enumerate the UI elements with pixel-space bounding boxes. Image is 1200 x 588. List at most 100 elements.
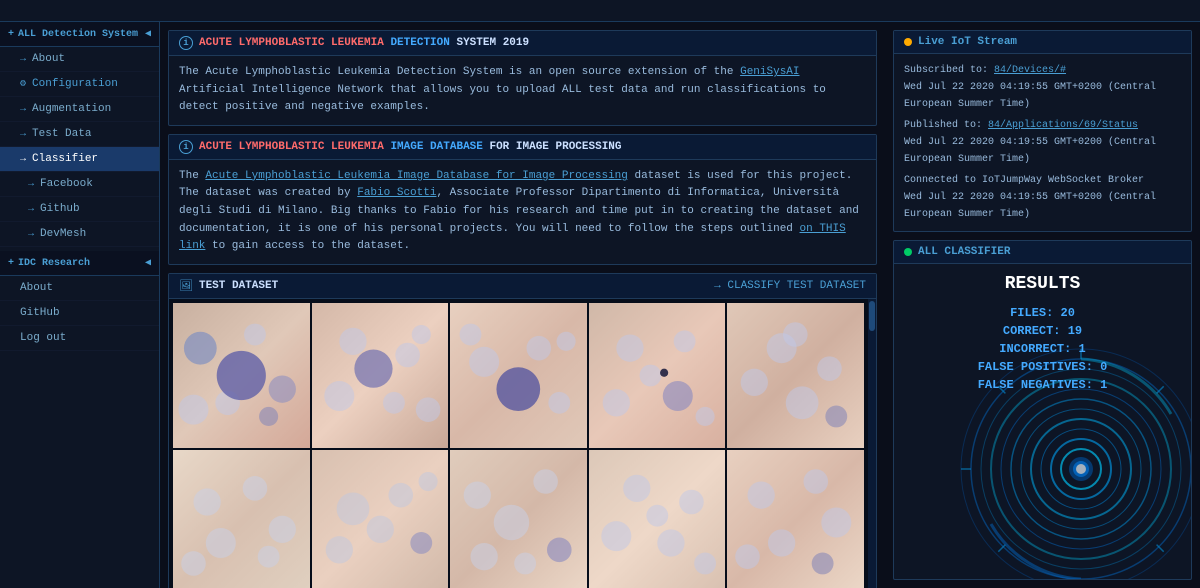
about-panel-body: The Acute Lymphoblastic Leukemia Detecti… [169,56,876,125]
sidebar-item-configuration[interactable]: ⚙ Configuration [0,72,159,97]
title-blue2: IMAGE DATABASE [390,141,482,153]
sidebar-section-all[interactable]: + ALL Detection System ◀ [0,22,159,47]
image-cell-7[interactable] [312,450,449,588]
sidebar-item-idc-github[interactable]: GitHub [0,301,159,326]
image-db-title: ACUTE LYMPHOBLASTIC LEUKEMIA IMAGE DATAB… [199,141,622,153]
iot-subscribed-label: Subscribed to: [904,65,994,76]
about-body-text2: Artificial Intelligence Network that all… [179,84,826,114]
sidebar-item-about[interactable]: → About [0,47,159,72]
top-nav-tab3[interactable] [64,8,90,14]
files-label: FILES: [1010,306,1060,320]
genisysai-link[interactable]: GeniSysAI [740,66,799,78]
imgdb-text4: to gain access to the dataset. [205,240,410,252]
cell-dots-7 [312,450,449,588]
iot-connected: Connected to IoTJumpWay WebSocket Broker [904,172,1181,189]
result-files: FILES: 20 [1010,306,1075,320]
top-nav-tab4[interactable] [92,8,118,14]
iot-subscribed: Subscribed to: 84/Devices/# [904,62,1181,79]
result-false-pos: FALSE POSITIVES: 0 [978,360,1108,374]
iot-published-label: Published to: [904,120,988,131]
top-nav-tab2[interactable] [36,8,62,14]
correct-label: CORRECT: [1003,324,1068,338]
image-grid [169,299,868,588]
result-incorrect: INCORRECT: 1 [999,342,1085,356]
sidebar-aug-label: Augmentation [32,103,111,115]
sidebar-item-idc-about[interactable]: About [0,276,159,301]
sidebar-idc-collapse-icon[interactable]: ◀ [145,257,151,269]
sidebar-item-testdata[interactable]: → Test Data [0,122,159,147]
cell-dots-8 [450,450,587,588]
image-cell-1[interactable] [173,303,310,448]
arrow-icon3: → [20,129,26,140]
config-icon: ⚙ [20,78,26,90]
about-panel: i ACUTE LYMPHOBLASTIC LEUKEMIA DETECTION… [168,30,877,126]
incorrect-value: 1 [1079,342,1086,356]
image-cell-10[interactable] [727,450,864,588]
sidebar-section-idc-label: + IDC Research [8,258,90,269]
classifier-status-dot [904,248,912,256]
iot-published: Published to: 84/Applications/69/Status [904,117,1181,134]
fb-arrow-icon: → [28,179,34,190]
sidebar-item-facebook[interactable]: → Facebook [0,172,159,197]
arrow-icon2: → [20,104,26,115]
dataset-header-left: 🖼 TEST DATASET [179,279,278,293]
dataset-scrollbar[interactable] [868,299,876,588]
sidebar-item-github[interactable]: → Github [0,197,159,222]
sidebar-section-all-label: + ALL Detection System [8,29,138,40]
iot-header: Live IoT Stream [894,31,1191,54]
content-area: i ACUTE LYMPHOBLASTIC LEUKEMIA DETECTION… [160,22,885,588]
image-cell-6[interactable] [173,450,310,588]
sidebar-logout-label: Log out [20,332,66,344]
arrow-icon4: → [20,154,26,165]
iot-published-link[interactable]: 84/Applications/69/Status [988,120,1138,131]
iot-panel: Live IoT Stream Subscribed to: 84/Device… [893,30,1192,232]
fabio-link[interactable]: Fabio Scotti [357,187,436,199]
false-neg-value: 1 [1100,378,1107,392]
top-nav [0,0,1200,22]
sidebar-about-label: About [32,53,65,65]
cell-dots-6 [173,450,310,588]
image-db-body: The Acute Lymphoblastic Leukemia Image D… [169,160,876,264]
sidebar-item-devmesh[interactable]: → DevMesh [0,222,159,247]
dataset-icon: 🖼 [179,279,193,293]
false-pos-label: FALSE POSITIVES: [978,360,1100,374]
iot-subscribed-link[interactable]: 84/Devices/# [994,65,1066,76]
image-cell-4[interactable] [589,303,726,448]
iot-connected-time: Wed Jul 22 2020 04:19:55 GMT+0200 (Centr… [904,189,1181,223]
sidebar-config-label: Configuration [32,78,118,90]
about-body-text1: The Acute Lymphoblastic Leukemia Detecti… [179,66,740,78]
all-db-link[interactable]: Acute Lymphoblastic Leukemia Image Datab… [205,170,627,182]
sidebar-classifier-label: Classifier [32,153,98,165]
iot-body: Subscribed to: 84/Devices/# Wed Jul 22 2… [894,54,1191,231]
sidebar-collapse-icon[interactable]: ◀ [145,28,151,40]
correct-value: 19 [1068,324,1082,338]
top-nav-tab5[interactable] [120,8,146,14]
image-db-header: i ACUTE LYMPHOBLASTIC LEUKEMIA IMAGE DAT… [169,135,876,160]
classify-btn[interactable]: → CLASSIFY TEST DATASET [714,280,866,292]
image-cell-3[interactable] [450,303,587,448]
about-panel-header: i ACUTE LYMPHOBLASTIC LEUKEMIA DETECTION… [169,31,876,56]
image-cell-8[interactable] [450,450,587,588]
title-rest: SYSTEM 2019 [456,37,529,49]
top-nav-tab1[interactable] [8,8,34,14]
about-panel-title: ACUTE LYMPHOBLASTIC LEUKEMIA DETECTION S… [199,37,529,49]
files-value: 20 [1061,306,1075,320]
image-cell-5[interactable] [727,303,864,448]
sidebar-item-augmentation[interactable]: → Augmentation [0,97,159,122]
sidebar-item-classifier[interactable]: → Classifier [0,147,159,172]
right-panel: Live IoT Stream Subscribed to: 84/Device… [885,22,1200,588]
sidebar: + ALL Detection System ◀ → About ⚙ Confi… [0,22,160,588]
imgdb-text1: The [179,170,205,182]
sidebar-item-logout[interactable]: Log out [0,326,159,351]
sidebar-facebook-label: Facebook [40,178,93,190]
iot-connected-label: Connected to IoTJumpWay WebSocket Broker [904,175,1144,186]
image-cell-9[interactable] [589,450,726,588]
iot-status-dot [904,38,912,46]
result-false-neg: FALSE NEGATIVES: 1 [978,378,1108,392]
image-cell-2[interactable] [312,303,449,448]
sidebar-test-label: Test Data [32,128,91,140]
dataset-header: 🖼 TEST DATASET → CLASSIFY TEST DATASET [169,274,876,299]
iot-published-time: Wed Jul 22 2020 04:19:55 GMT+0200 (Centr… [904,134,1181,168]
sidebar-section-idc[interactable]: + IDC Research ◀ [0,251,159,276]
dataset-title: TEST DATASET [199,280,278,292]
